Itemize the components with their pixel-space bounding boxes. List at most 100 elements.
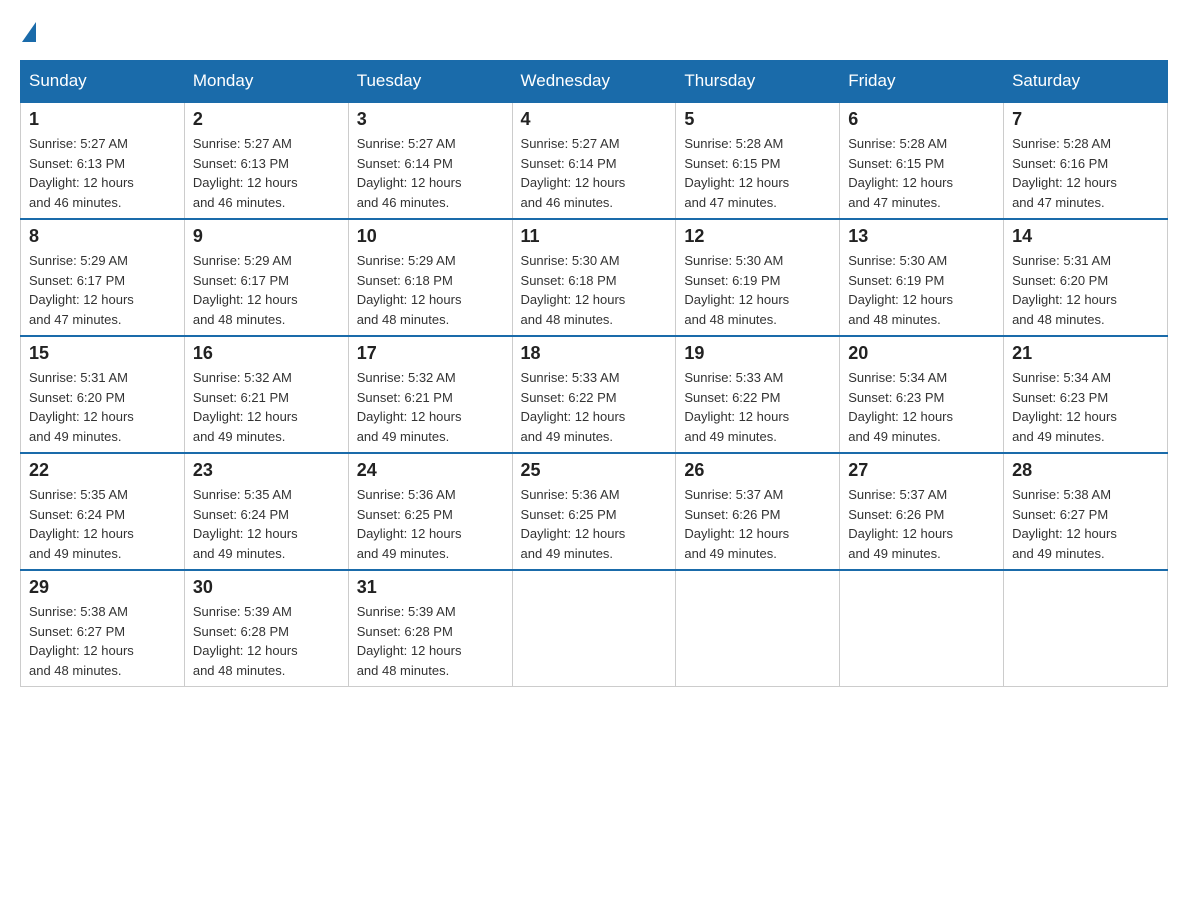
day-cell: 11 Sunrise: 5:30 AMSunset: 6:18 PMDayligh… [512,219,676,336]
day-info: Sunrise: 5:37 AMSunset: 6:26 PMDaylight:… [684,485,831,563]
day-info: Sunrise: 5:28 AMSunset: 6:15 PMDaylight:… [848,134,995,212]
day-number: 6 [848,109,995,130]
day-header-tuesday: Tuesday [348,61,512,103]
day-cell: 19 Sunrise: 5:33 AMSunset: 6:22 PMDayligh… [676,336,840,453]
day-cell: 25Sunrise: 5:36 AMSunset: 6:25 PMDayligh… [512,453,676,570]
day-info: Sunrise: 5:32 AMSunset: 6:21 PMDaylight:… [357,368,504,446]
day-number: 24 [357,460,504,481]
day-number: 29 [29,577,176,598]
day-number: 11 [521,226,668,247]
day-info: Sunrise: 5:39 AMSunset: 6:28 PMDaylight:… [357,602,504,680]
day-cell: 16 Sunrise: 5:32 AMSunset: 6:21 PMDayligh… [184,336,348,453]
day-number: 9 [193,226,340,247]
day-cell: 27 Sunrise: 5:37 AMSunset: 6:26 PMDayligh… [840,453,1004,570]
day-info: Sunrise: 5:27 AMSunset: 6:14 PMDaylight:… [521,134,668,212]
day-header-thursday: Thursday [676,61,840,103]
day-cell: 29Sunrise: 5:38 AMSunset: 6:27 PMDayligh… [21,570,185,687]
day-cell: 15Sunrise: 5:31 AMSunset: 6:20 PMDayligh… [21,336,185,453]
calendar-table: SundayMondayTuesdayWednesdayThursdayFrid… [20,60,1168,687]
page-header [20,20,1168,40]
day-header-monday: Monday [184,61,348,103]
logo [20,20,38,40]
day-info: Sunrise: 5:27 AMSunset: 6:13 PMDaylight:… [29,134,176,212]
day-header-wednesday: Wednesday [512,61,676,103]
day-cell [512,570,676,687]
day-number: 14 [1012,226,1159,247]
day-cell [676,570,840,687]
day-number: 28 [1012,460,1159,481]
day-number: 27 [848,460,995,481]
day-info: Sunrise: 5:30 AMSunset: 6:19 PMDaylight:… [848,251,995,329]
day-cell [1004,570,1168,687]
day-number: 23 [193,460,340,481]
day-number: 20 [848,343,995,364]
day-info: Sunrise: 5:28 AMSunset: 6:16 PMDaylight:… [1012,134,1159,212]
day-number: 16 [193,343,340,364]
day-info: Sunrise: 5:34 AMSunset: 6:23 PMDaylight:… [1012,368,1159,446]
day-number: 7 [1012,109,1159,130]
day-cell: 3 Sunrise: 5:27 AMSunset: 6:14 PMDaylight… [348,102,512,219]
day-cell: 26Sunrise: 5:37 AMSunset: 6:26 PMDayligh… [676,453,840,570]
day-cell: 7 Sunrise: 5:28 AMSunset: 6:16 PMDaylight… [1004,102,1168,219]
day-number: 31 [357,577,504,598]
day-info: Sunrise: 5:32 AMSunset: 6:21 PMDaylight:… [193,368,340,446]
day-cell: 18 Sunrise: 5:33 AMSunset: 6:22 PMDayligh… [512,336,676,453]
day-info: Sunrise: 5:37 AMSunset: 6:26 PMDaylight:… [848,485,995,563]
day-info: Sunrise: 5:36 AMSunset: 6:25 PMDaylight:… [521,485,668,563]
day-number: 18 [521,343,668,364]
day-cell: 28Sunrise: 5:38 AMSunset: 6:27 PMDayligh… [1004,453,1168,570]
day-cell: 22Sunrise: 5:35 AMSunset: 6:24 PMDayligh… [21,453,185,570]
day-cell: 12Sunrise: 5:30 AMSunset: 6:19 PMDayligh… [676,219,840,336]
day-cell: 31 Sunrise: 5:39 AMSunset: 6:28 PMDayligh… [348,570,512,687]
day-info: Sunrise: 5:33 AMSunset: 6:22 PMDaylight:… [521,368,668,446]
day-number: 21 [1012,343,1159,364]
day-info: Sunrise: 5:29 AMSunset: 6:18 PMDaylight:… [357,251,504,329]
day-info: Sunrise: 5:39 AMSunset: 6:28 PMDaylight:… [193,602,340,680]
day-number: 10 [357,226,504,247]
day-info: Sunrise: 5:28 AMSunset: 6:15 PMDaylight:… [684,134,831,212]
day-info: Sunrise: 5:35 AMSunset: 6:24 PMDaylight:… [193,485,340,563]
day-cell: 24 Sunrise: 5:36 AMSunset: 6:25 PMDayligh… [348,453,512,570]
week-row-1: 1 Sunrise: 5:27 AMSunset: 6:13 PMDaylight… [21,102,1168,219]
day-number: 30 [193,577,340,598]
day-info: Sunrise: 5:31 AMSunset: 6:20 PMDaylight:… [29,368,176,446]
week-row-3: 15Sunrise: 5:31 AMSunset: 6:20 PMDayligh… [21,336,1168,453]
day-cell: 2 Sunrise: 5:27 AMSunset: 6:13 PMDaylight… [184,102,348,219]
day-info: Sunrise: 5:30 AMSunset: 6:18 PMDaylight:… [521,251,668,329]
day-info: Sunrise: 5:34 AMSunset: 6:23 PMDaylight:… [848,368,995,446]
day-info: Sunrise: 5:30 AMSunset: 6:19 PMDaylight:… [684,251,831,329]
week-row-2: 8 Sunrise: 5:29 AMSunset: 6:17 PMDaylight… [21,219,1168,336]
day-header-saturday: Saturday [1004,61,1168,103]
day-cell: 13 Sunrise: 5:30 AMSunset: 6:19 PMDayligh… [840,219,1004,336]
day-number: 5 [684,109,831,130]
day-cell: 9 Sunrise: 5:29 AMSunset: 6:17 PMDaylight… [184,219,348,336]
day-cell: 23 Sunrise: 5:35 AMSunset: 6:24 PMDayligh… [184,453,348,570]
day-cell [840,570,1004,687]
day-cell: 1 Sunrise: 5:27 AMSunset: 6:13 PMDaylight… [21,102,185,219]
day-info: Sunrise: 5:29 AMSunset: 6:17 PMDaylight:… [193,251,340,329]
day-number: 13 [848,226,995,247]
day-header-sunday: Sunday [21,61,185,103]
day-cell: 10 Sunrise: 5:29 AMSunset: 6:18 PMDayligh… [348,219,512,336]
day-cell: 21 Sunrise: 5:34 AMSunset: 6:23 PMDayligh… [1004,336,1168,453]
day-cell: 5 Sunrise: 5:28 AMSunset: 6:15 PMDaylight… [676,102,840,219]
day-info: Sunrise: 5:36 AMSunset: 6:25 PMDaylight:… [357,485,504,563]
day-number: 19 [684,343,831,364]
day-number: 4 [521,109,668,130]
day-header-friday: Friday [840,61,1004,103]
day-number: 8 [29,226,176,247]
day-info: Sunrise: 5:35 AMSunset: 6:24 PMDaylight:… [29,485,176,563]
day-cell: 4 Sunrise: 5:27 AMSunset: 6:14 PMDaylight… [512,102,676,219]
week-row-4: 22Sunrise: 5:35 AMSunset: 6:24 PMDayligh… [21,453,1168,570]
day-cell: 6 Sunrise: 5:28 AMSunset: 6:15 PMDaylight… [840,102,1004,219]
day-info: Sunrise: 5:33 AMSunset: 6:22 PMDaylight:… [684,368,831,446]
day-number: 2 [193,109,340,130]
day-info: Sunrise: 5:27 AMSunset: 6:13 PMDaylight:… [193,134,340,212]
day-cell: 8Sunrise: 5:29 AMSunset: 6:17 PMDaylight… [21,219,185,336]
days-header-row: SundayMondayTuesdayWednesdayThursdayFrid… [21,61,1168,103]
day-number: 17 [357,343,504,364]
day-number: 1 [29,109,176,130]
day-number: 3 [357,109,504,130]
day-info: Sunrise: 5:27 AMSunset: 6:14 PMDaylight:… [357,134,504,212]
day-cell: 30 Sunrise: 5:39 AMSunset: 6:28 PMDayligh… [184,570,348,687]
